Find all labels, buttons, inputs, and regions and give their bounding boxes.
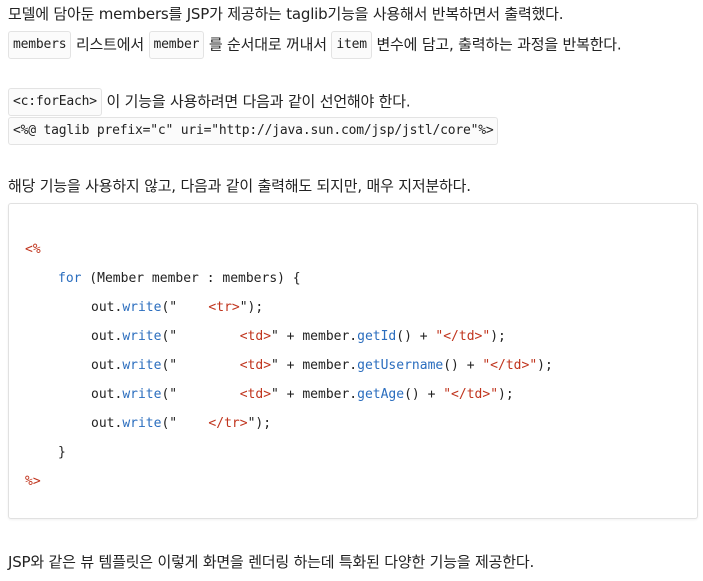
code-quote: " [169, 387, 178, 402]
code-out: out [91, 387, 115, 402]
paragraph-alternative: 해당 기능을 사용하지 않고, 다음과 같이 출력해도 되지만, 매우 지저분하… [8, 176, 471, 196]
foreach-text: 이 기능을 사용하려면 다음과 같이 선언해야 한다. [101, 92, 411, 111]
code-write-fn: write [122, 358, 162, 373]
code-string: <td> [177, 387, 272, 402]
code-line-write-2: out.write(" <td>" + member.getId() + "</… [91, 328, 506, 346]
code-chip-member: member [148, 31, 205, 59]
code-write-fn: write [122, 416, 162, 431]
code-line-open: <% [25, 241, 41, 259]
code-chip-members: members [8, 31, 72, 59]
intro-text-b: 를 순서대로 꺼내서 [204, 35, 332, 54]
paragraph-intro-line1: 모델에 담아둔 members를 JSP가 제공하는 taglib기능을 사용해… [8, 4, 564, 24]
code-chip-foreach: <c:forEach> [8, 88, 102, 116]
paragraph-conclusion: JSP와 같은 뷰 템플릿은 이렇게 화면을 렌더링 하는데 특화된 다양한 기… [8, 552, 534, 572]
code-method: getUsername [357, 358, 444, 373]
code-out: out [91, 329, 115, 344]
paragraph-foreach: <c:forEach> 이 기능을 사용하려면 다음과 같이 선언해야 한다. [8, 88, 411, 116]
paragraph-intro-line2: members 리스트에서 member 를 순서대로 꺼내서 item 변수에… [8, 31, 622, 59]
code-block: <% for (Member member : members) { out.w… [8, 203, 698, 519]
code-line-for: for (Member member : members) { [58, 270, 301, 288]
code-quote: " [169, 300, 178, 315]
code-line-write-3: out.write(" <td>" + member.getUsername()… [91, 357, 553, 375]
code-string: <td> [177, 329, 272, 344]
for-rest: (Member member : members) { [81, 271, 301, 286]
code-method: getId [357, 329, 397, 344]
code-mid: " + member. [271, 387, 358, 402]
code-line-write-4: out.write(" <td>" + member.getAge() + "<… [91, 386, 514, 404]
taglib-declaration: <%@ taglib prefix="c" uri="http://java.s… [8, 117, 499, 145]
code-close-string: "</td>" [443, 387, 499, 402]
intro-text-a: 리스트에서 [71, 35, 149, 54]
code-method: getAge [357, 387, 405, 402]
code-write-fn: write [122, 387, 162, 402]
code-end: ); [498, 387, 514, 402]
jsp-open-tag: <% [25, 242, 41, 257]
alternative-text: 해당 기능을 사용하지 않고, 다음과 같이 출력해도 되지만, 매우 지저분하… [8, 177, 471, 195]
code-mid: " + member. [271, 329, 358, 344]
code-chip-item: item [331, 31, 372, 59]
jsp-close-tag: %> [25, 474, 41, 489]
code-close-string: "</td>" [482, 358, 538, 373]
code-string: <tr> [177, 300, 240, 315]
code-line-brace: } [58, 444, 66, 462]
for-keyword: for [58, 271, 82, 286]
code-line-close: %> [25, 473, 41, 491]
code-out: out [91, 300, 115, 315]
code-quote: " [169, 416, 178, 431]
code-mid: " + member. [271, 358, 358, 373]
code-line-write-1: out.write(" <tr>"); [91, 299, 263, 317]
intro-text-c: 변수에 담고, 출력하는 과정을 반복한다. [371, 35, 622, 54]
code-quote: " [169, 329, 178, 344]
code-string: <td> [177, 358, 272, 373]
code-close-string: "</td>" [435, 329, 491, 344]
code-quote: " [169, 358, 178, 373]
code-write-fn: write [122, 329, 162, 344]
code-out: out [91, 416, 115, 431]
code-after: () + [443, 358, 483, 373]
code-line-write-5: out.write(" </tr>"); [91, 415, 271, 433]
conclusion-text: JSP와 같은 뷰 템플릿은 이렇게 화면을 렌더링 하는데 특화된 다양한 기… [8, 553, 535, 571]
code-out: out [91, 358, 115, 373]
code-brace-close: } [58, 445, 66, 460]
code-after: () + [404, 387, 444, 402]
code-end: ); [537, 358, 553, 373]
code-after: () + [396, 329, 436, 344]
code-string: </tr> [177, 416, 248, 431]
code-write-fn: write [122, 300, 162, 315]
code-end: ); [490, 329, 506, 344]
code-chip-taglib: <%@ taglib prefix="c" uri="http://java.s… [8, 117, 499, 145]
intro-text: 모델에 담아둔 members를 JSP가 제공하는 taglib기능을 사용해… [8, 5, 564, 23]
code-end: "); [239, 300, 264, 315]
code-end: "); [247, 416, 272, 431]
